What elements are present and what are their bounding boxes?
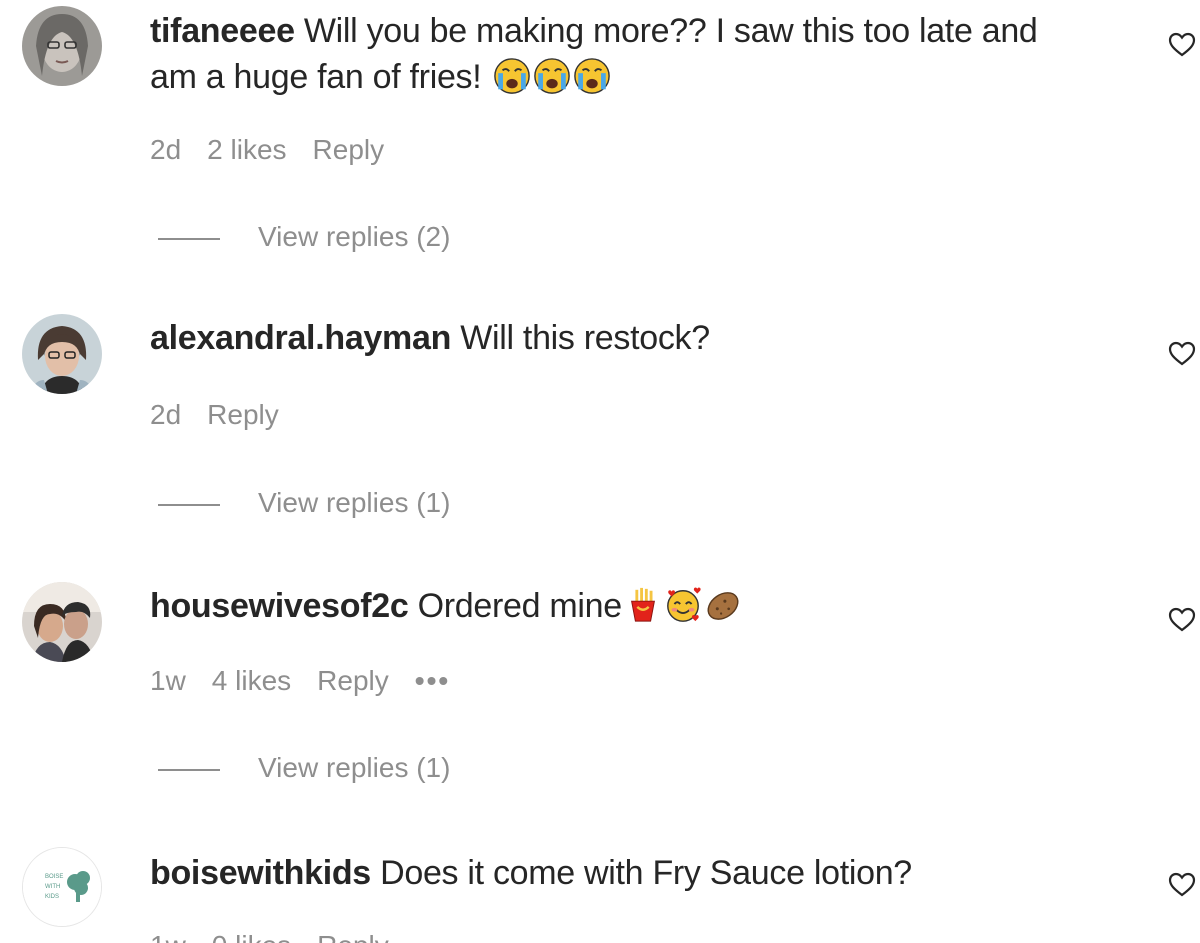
heart-outline-icon[interactable]	[1168, 32, 1196, 58]
comment-likes[interactable]: 2 likes	[207, 134, 286, 165]
smiling-face-with-hearts-emoji	[664, 586, 702, 624]
comment-text-continued: am a huge fan of fries!	[150, 58, 482, 96]
comment-username[interactable]: tifaneeee	[150, 12, 295, 50]
svg-text:BOISE: BOISE	[45, 874, 63, 880]
view-replies-label: View replies (1)	[258, 487, 451, 518]
replies-divider	[158, 768, 220, 771]
avatar[interactable]	[22, 582, 102, 662]
comment-body: housewivesof2c Ordered mine	[150, 583, 1110, 629]
heart-outline-icon[interactable]	[1168, 607, 1196, 633]
potato-emoji	[704, 586, 742, 624]
comment-meta: 1w 0 likes Reply	[150, 929, 415, 943]
svg-text:KIDS: KIDS	[45, 894, 59, 900]
comment-username[interactable]: alexandral.hayman	[150, 319, 451, 357]
comment-text: Will you be making more?? I saw this too…	[303, 12, 1038, 50]
french-fries-emoji	[624, 586, 662, 624]
comment-text: Ordered mine	[417, 587, 623, 625]
avatar[interactable]	[22, 314, 102, 394]
more-options-icon[interactable]: •••	[415, 665, 450, 696]
loudly-crying-face-emoji	[573, 57, 611, 95]
comment-meta: 2d Reply	[150, 398, 305, 432]
view-replies-label: View replies (1)	[258, 752, 451, 783]
comment-body: boisewithkids Does it come with Fry Sauc…	[150, 850, 1110, 896]
comment-body: alexandral.hayman Will this restock?	[150, 315, 1110, 361]
replies-divider	[158, 237, 220, 240]
reply-button[interactable]: Reply	[313, 134, 385, 165]
view-replies-button[interactable]: View replies (1)	[158, 486, 450, 520]
comment-text: Does it come with Fry Sauce lotion?	[380, 854, 912, 892]
avatar[interactable]	[22, 6, 102, 86]
heart-outline-icon[interactable]	[1168, 341, 1196, 367]
comment-time: 2d	[150, 134, 182, 165]
loudly-crying-face-emoji	[493, 57, 531, 95]
comment-time: 1w	[150, 665, 186, 696]
comment-likes[interactable]: 4 likes	[212, 665, 291, 696]
view-replies-button[interactable]: View replies (1)	[158, 751, 450, 785]
comment-text: Will this restock?	[460, 319, 710, 357]
loudly-crying-face-emoji	[533, 57, 571, 95]
svg-text:WITH: WITH	[45, 884, 60, 890]
avatar[interactable]: BOISE WITH KIDS	[22, 847, 102, 927]
comment-username[interactable]: housewivesof2c	[150, 587, 409, 625]
comment-likes[interactable]: 0 likes	[212, 930, 291, 943]
comment-meta: 1w 4 likes Reply •••	[150, 664, 476, 698]
reply-button[interactable]: Reply	[207, 399, 279, 430]
view-replies-button[interactable]: View replies (2)	[158, 220, 450, 254]
comments-feed: tifaneeee Will you be making more?? I sa…	[0, 0, 1200, 943]
comment-time: 1w	[150, 930, 186, 943]
comment-body: tifaneeee Will you be making more?? I sa…	[150, 8, 1110, 100]
replies-divider	[158, 503, 220, 506]
reply-button[interactable]: Reply	[317, 665, 389, 696]
view-replies-label: View replies (2)	[258, 221, 451, 252]
heart-outline-icon[interactable]	[1168, 872, 1196, 898]
comment-username[interactable]: boisewithkids	[150, 854, 371, 892]
reply-button[interactable]: Reply	[317, 930, 389, 943]
comment-meta: 2d 2 likes Reply	[150, 133, 410, 167]
comment-time: 2d	[150, 399, 182, 430]
